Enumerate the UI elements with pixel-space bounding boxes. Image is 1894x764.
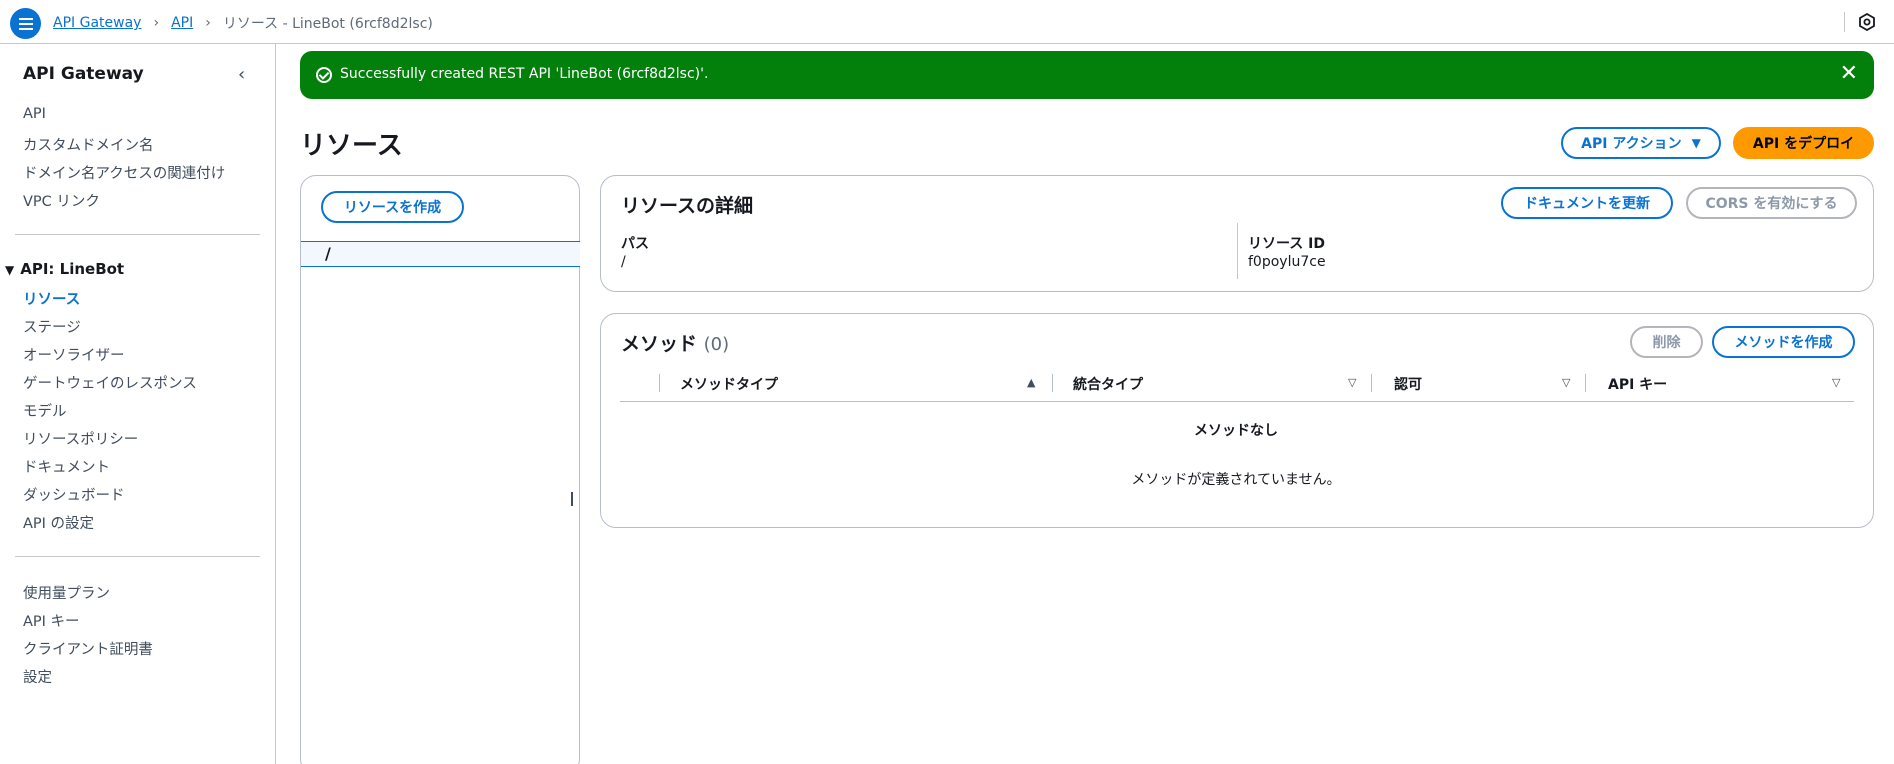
empty-state-title: メソッドなし [1194,423,1278,439]
breadcrumb-api-gateway[interactable]: API Gateway [53,15,141,31]
enable-cors-button[interactable]: CORS を有効にする [1686,187,1857,219]
resource-tree-panel: リソースを作成 / [300,175,580,764]
success-check-icon [316,67,332,83]
column-header-method-type[interactable]: メソッドタイプ [680,374,778,394]
sidebar-item-authorizers[interactable]: オーソライザー [23,344,125,365]
breadcrumb: API Gateway › API › リソース - LineBot (6rcf… [53,13,433,33]
sidebar-divider [15,234,260,235]
path-value: / [621,254,626,270]
api-actions-button[interactable]: API アクション ▼ [1561,127,1721,159]
menu-icon[interactable] [10,8,41,39]
sidebar-item-vpc-link[interactable]: VPC リンク [23,190,100,211]
success-flashbar: Successfully created REST API 'LineBot (… [300,51,1874,99]
column-header-integration-type[interactable]: 統合タイプ [1073,374,1143,394]
path-label: パス [621,236,649,252]
sidebar-item-domain-access[interactable]: ドメイン名アクセスの関連付け [23,162,225,183]
resource-details-container: リソースの詳細 ドキュメントを更新 CORS を有効にする パス / リソース … [600,175,1874,292]
sort-ascending-icon[interactable]: ▲ [1027,376,1035,389]
collapse-sidebar-icon[interactable]: ‹ [238,64,245,85]
delete-button[interactable]: 削除 [1630,326,1703,358]
column-divider [1237,223,1238,279]
resource-id-label: リソース ID [1248,236,1326,252]
api-actions-label: API アクション [1581,136,1682,152]
breadcrumb-current: リソース - LineBot (6rcf8d2lsc) [222,16,433,32]
methods-count: (0) [703,334,730,355]
sidebar-item-api[interactable]: API [23,106,46,122]
close-icon[interactable]: ✕ [1840,61,1858,86]
divider [1844,12,1845,32]
sidebar-item-resource-policy[interactable]: リソースポリシー [23,428,138,449]
sidebar-item-custom-domain[interactable]: カスタムドメイン名 [23,134,154,155]
tree-item-root[interactable]: / [301,241,580,267]
sidebar-item-dashboard[interactable]: ダッシュボード [23,484,125,505]
flash-message: Successfully created REST API 'LineBot (… [340,66,709,82]
chevron-right-icon: › [205,15,211,31]
sidebar-section-api[interactable]: ▼ API: LineBot [5,260,124,278]
create-resource-button[interactable]: リソースを作成 [321,191,464,223]
page-title: リソース [300,131,403,161]
breadcrumb-api[interactable]: API [171,15,193,31]
sort-icon[interactable]: ▽ [1832,376,1840,389]
caret-down-icon: ▼ [1691,136,1701,150]
sort-icon[interactable]: ▽ [1348,376,1356,389]
sidebar-item-settings[interactable]: 設定 [23,666,52,687]
column-divider [1371,374,1372,392]
update-documentation-button[interactable]: ドキュメントを更新 [1501,187,1673,219]
top-navigation: API Gateway › API › リソース - LineBot (6rcf… [0,0,1894,44]
sidebar-item-models[interactable]: モデル [23,400,67,421]
sidebar-title[interactable]: API Gateway [23,64,144,84]
column-divider [1052,374,1053,392]
table-header-divider [620,401,1854,402]
sidebar-item-resources[interactable]: リソース [23,288,80,309]
column-header-api-key[interactable]: API キー [1608,374,1667,394]
methods-title-text: メソッド [621,333,698,355]
sidebar-item-client-certificates[interactable]: クライアント証明書 [23,638,153,659]
sidebar-item-usage-plans[interactable]: 使用量プラン [23,582,110,603]
methods-title: メソッド (0) [621,329,729,356]
empty-state-description: メソッドが定義されていません。 [1131,472,1341,488]
sidebar-item-stages[interactable]: ステージ [23,316,81,337]
caret-down-icon: ▼ [5,263,15,277]
side-navigation: API Gateway ‹ API カスタムドメイン名 ドメイン名アクセスの関連… [0,44,276,764]
resource-details-title: リソースの詳細 [621,195,754,217]
column-divider [659,374,660,392]
sidebar-section-label: API: LineBot [20,260,125,278]
chevron-right-icon: › [153,15,160,31]
deploy-api-button[interactable]: API をデプロイ [1733,127,1874,159]
sort-icon[interactable]: ▽ [1562,376,1570,389]
tree-item-label: / [325,244,331,263]
sidebar-item-api-settings[interactable]: API の設定 [23,512,94,533]
resource-id-value: f0poylu7ce [1248,254,1326,270]
column-header-authorization[interactable]: 認可 [1394,374,1422,394]
column-divider [1585,374,1586,392]
create-method-button[interactable]: メソッドを作成 [1712,326,1855,358]
settings-hexagon-icon[interactable] [1858,13,1876,31]
sidebar-item-api-keys[interactable]: API キー [23,610,80,631]
sidebar-item-gateway-responses[interactable]: ゲートウェイのレスポンス [23,372,197,393]
sidebar-divider [15,556,260,557]
panel-resize-handle[interactable] [571,492,574,506]
sidebar-item-documentation[interactable]: ドキュメント [23,456,110,477]
